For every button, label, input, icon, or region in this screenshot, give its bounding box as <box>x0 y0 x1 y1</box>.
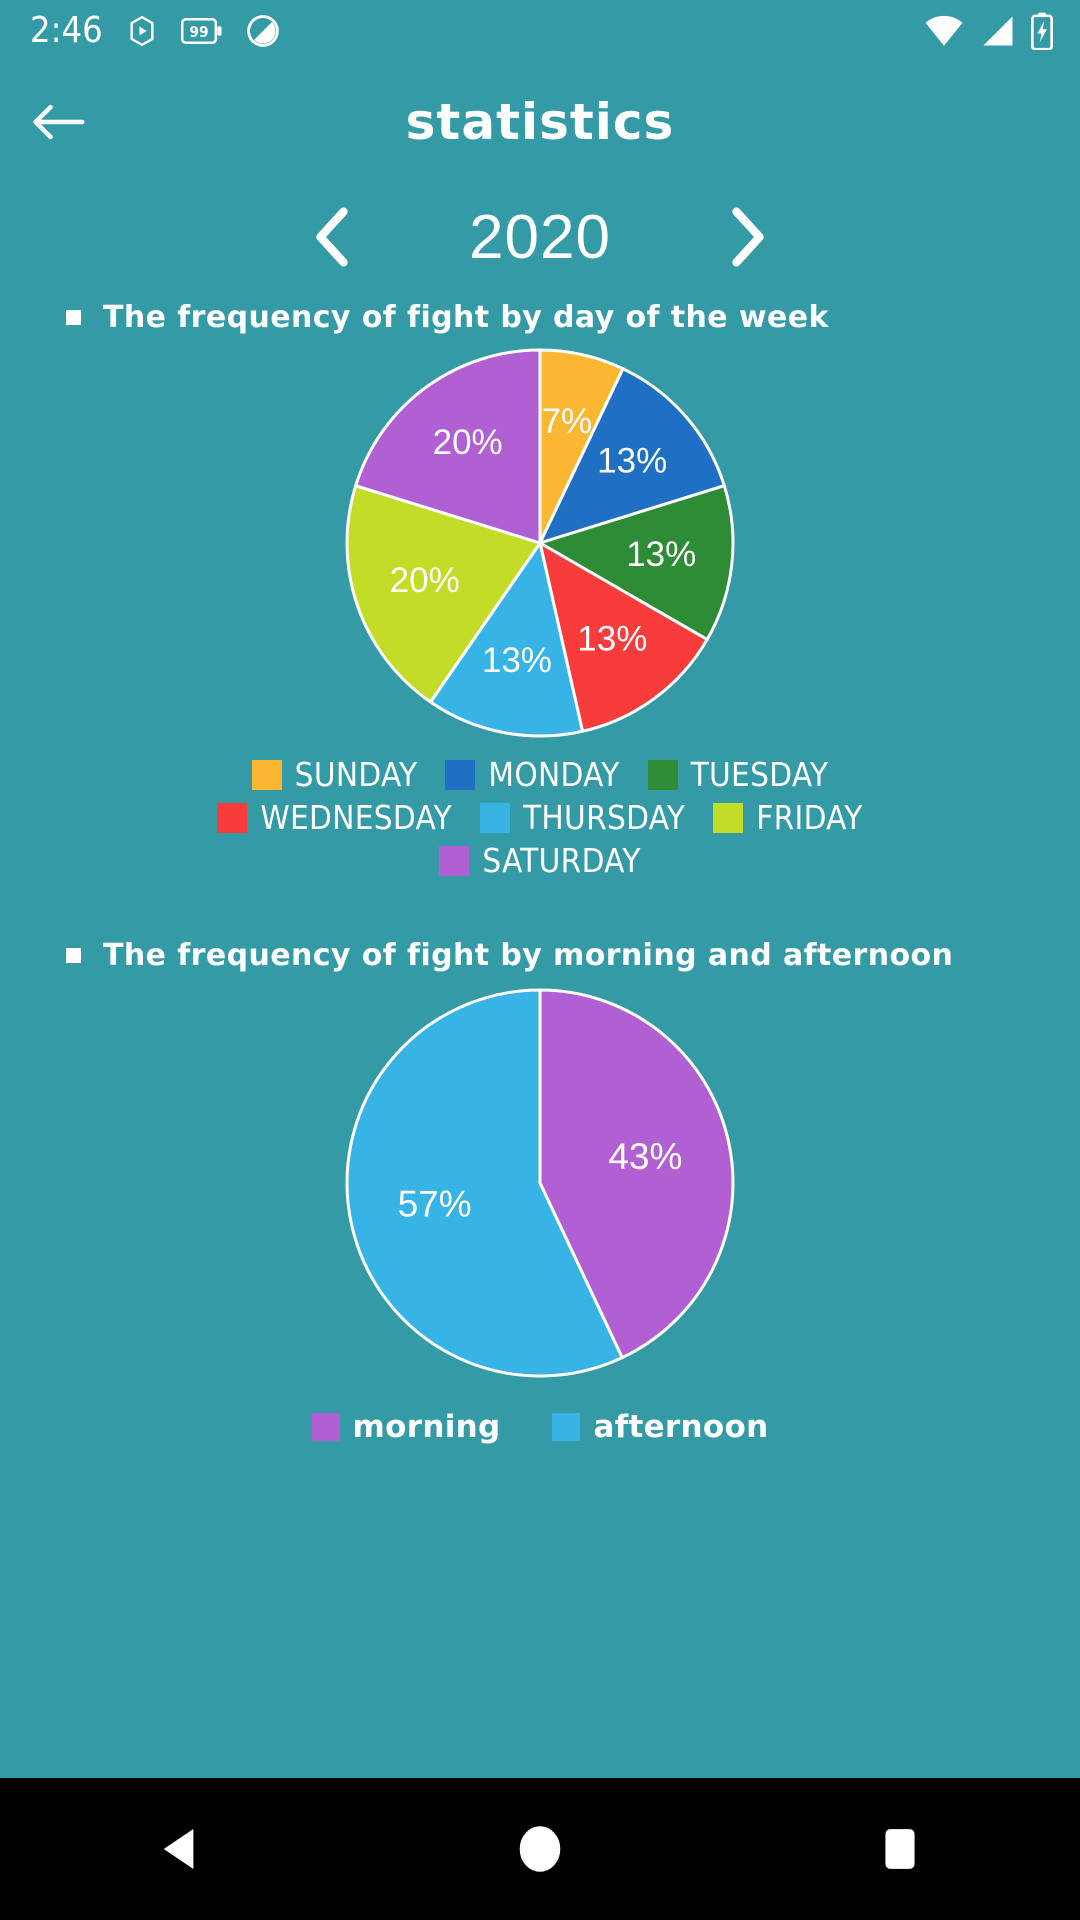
nav-home-button[interactable] <box>465 1778 615 1920</box>
legend-item-morning[interactable]: morning <box>311 1409 501 1445</box>
section-title-text: The frequency of fight by day of the wee… <box>103 300 829 335</box>
pie-slice-label-friday: 20% <box>390 561 460 600</box>
legend-item-saturday[interactable]: SATURDAY <box>439 841 640 880</box>
legend-swatch-tuesday <box>647 759 678 790</box>
previous-year-button[interactable] <box>296 201 368 273</box>
status-bar-left: 2:46 99 <box>30 13 281 49</box>
page-title: statistics <box>405 93 675 151</box>
legend-item-monday[interactable]: MONDAY <box>445 755 619 794</box>
app-bar: statistics <box>0 62 1080 182</box>
chevron-right-icon <box>732 207 764 267</box>
nav-recents-button[interactable] <box>825 1778 975 1920</box>
legend-label-thursday: THURSDAY <box>523 798 686 837</box>
pie-chart-morning-afternoon-svg: 43% 57% <box>345 988 735 1378</box>
app-screen: 2:46 99 statistics 2020 The frequency of… <box>0 0 1080 1920</box>
pie-slice-label-tuesday: 13% <box>626 535 696 574</box>
pie-slice-label-thursday: 13% <box>482 641 552 680</box>
legend-swatch-saturday <box>439 845 470 876</box>
legend-swatch-monday <box>445 759 476 790</box>
legend-label-sunday: SUNDAY <box>294 755 418 794</box>
legend-morning-afternoon: morning afternoon <box>0 1409 1080 1445</box>
statistics-content: The frequency of fight by day of the wee… <box>0 292 1080 1778</box>
legend-swatch-sunday <box>251 759 282 790</box>
legend-label-wednesday: WEDNESDAY <box>260 798 452 837</box>
legend-item-afternoon[interactable]: afternoon <box>552 1409 768 1445</box>
play-badge-icon <box>130 15 154 47</box>
nav-back-triangle-icon <box>163 1828 194 1870</box>
nav-recents-square-icon <box>885 1829 915 1869</box>
svg-text:99: 99 <box>189 23 208 41</box>
battery-saver-99-icon: 99 <box>180 17 222 45</box>
legend-label-saturday: SATURDAY <box>482 841 641 880</box>
wifi-icon <box>925 15 963 46</box>
do-not-disturb-icon <box>246 15 279 47</box>
legend-swatch-morning <box>311 1413 340 1441</box>
pie-chart-morning-afternoon[interactable]: 43% 57% <box>0 983 1080 1383</box>
legend-item-thursday[interactable]: THURSDAY <box>480 798 685 837</box>
legend-swatch-wednesday <box>217 802 248 833</box>
legend-swatch-thursday <box>480 802 510 833</box>
legend-item-tuesday[interactable]: TUESDAY <box>647 755 829 794</box>
legend-item-wednesday[interactable]: WEDNESDAY <box>217 798 452 837</box>
pie-chart-day-of-week-svg: 7%13%13%13%13%20%20% <box>345 348 735 738</box>
legend-label-afternoon: afternoon <box>593 1409 769 1445</box>
year-selector: 2020 <box>0 182 1080 292</box>
status-bar: 2:46 99 <box>0 0 1080 62</box>
bullet-square-icon <box>66 948 81 963</box>
legend-swatch-friday <box>713 802 744 833</box>
cellular-signal-icon <box>983 16 1013 46</box>
pie-slice-label-saturday: 20% <box>433 423 503 462</box>
nav-back-button[interactable] <box>105 1778 255 1920</box>
nav-home-circle-icon <box>516 1823 564 1875</box>
section-title-text: The frequency of fight by morning and af… <box>103 938 954 973</box>
section-title-morning-afternoon: The frequency of fight by morning and af… <box>0 938 1080 973</box>
pie-chart-day-of-week[interactable]: 7% 13% 13% 13% 13% 20% 20% <box>0 343 1080 743</box>
legend-label-morning: morning <box>352 1409 501 1445</box>
current-year-label: 2020 <box>469 202 611 272</box>
legend-swatch-afternoon <box>552 1413 581 1441</box>
legend-label-tuesday: TUESDAY <box>690 755 829 794</box>
system-nav-bar <box>0 1778 1080 1920</box>
back-arrow-icon <box>33 104 85 140</box>
legend-day-of-week: SUNDAY MONDAY TUESDAY WEDNESDAY THURSDAY… <box>0 755 1080 880</box>
battery-charging-icon <box>1030 12 1054 50</box>
pie-slice-label-wednesday: 13% <box>577 619 647 658</box>
legend-label-friday: FRIDAY <box>756 798 863 837</box>
status-bar-right <box>924 12 1054 50</box>
pie-slice-label-monday: 13% <box>597 441 667 480</box>
next-year-button[interactable] <box>712 201 784 273</box>
bullet-square-icon <box>66 310 81 325</box>
section-title-day-of-week: The frequency of fight by day of the wee… <box>0 300 1080 335</box>
chevron-left-icon <box>316 207 348 267</box>
back-button[interactable] <box>22 86 94 158</box>
pie-slice-label-afternoon: 57% <box>398 1183 472 1224</box>
legend-item-friday[interactable]: FRIDAY <box>713 798 862 837</box>
legend-label-monday: MONDAY <box>488 755 620 794</box>
status-clock: 2:46 <box>30 10 103 51</box>
pie-slice-label-sunday: 7% <box>542 402 593 441</box>
legend-item-sunday[interactable]: SUNDAY <box>251 755 418 794</box>
pie-slice-label-morning: 43% <box>608 1136 682 1177</box>
